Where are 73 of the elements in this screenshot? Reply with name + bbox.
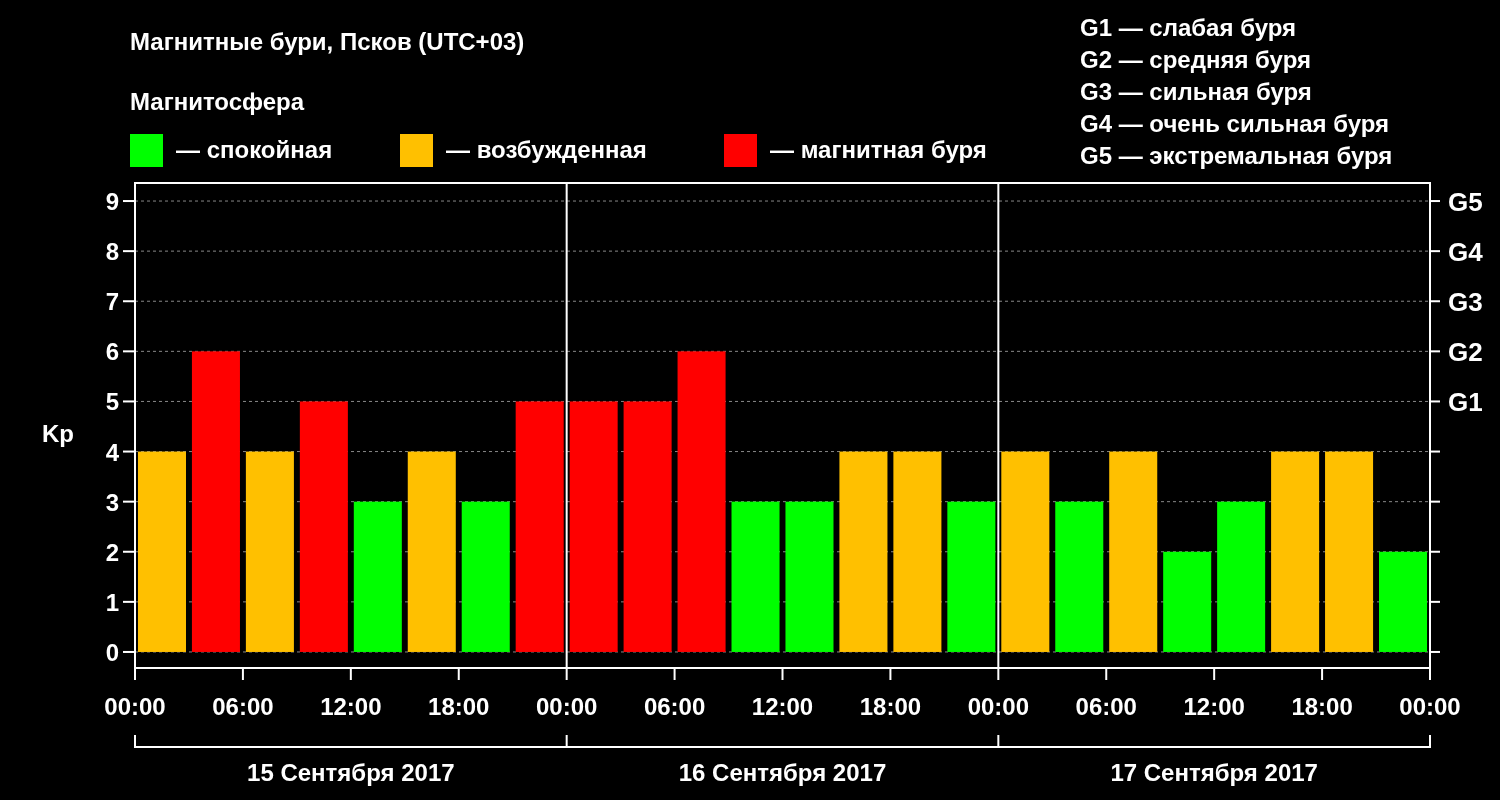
tick-mark (122, 200, 136, 203)
axis-title: Kp (42, 419, 74, 447)
tick-mark (1429, 200, 1441, 203)
legend-label: — магнитная буря (770, 136, 987, 163)
legend-title: Магнитосфера (130, 88, 305, 115)
axis-label: 8 (105, 238, 119, 266)
tick-mark (781, 667, 784, 681)
tick-mark (122, 550, 136, 553)
tick-mark (1429, 600, 1441, 603)
tick-mark (349, 667, 352, 681)
axis-label: 1 (105, 588, 119, 616)
axis-label: 7 (105, 288, 119, 316)
chart-title: Магнитные бури, Псков (UTC+03) (130, 28, 525, 55)
scale-label: G3 — сильная буря (1080, 78, 1312, 105)
tick-mark (122, 400, 136, 403)
axis-label: G3 (1448, 287, 1483, 318)
tick-mark (122, 250, 136, 253)
tick-mark (1429, 667, 1431, 681)
axis-label: 12:00 (751, 693, 814, 720)
axis-label: 06:00 (643, 693, 706, 720)
scale-label: G1 — слабая буря (1080, 14, 1297, 41)
date-label: 15 Сентября 2017 (247, 759, 455, 786)
axis-label: 2 (105, 538, 119, 566)
legend-label: — возбужденная (446, 136, 647, 163)
axis-label: 00:00 (535, 693, 598, 720)
axis-label: 00:00 (1399, 693, 1461, 720)
tick-mark (1429, 450, 1441, 453)
axis-label: G4 (1448, 237, 1483, 268)
tick-mark (1429, 650, 1441, 653)
tick-mark (122, 650, 136, 653)
tick-mark (1105, 667, 1108, 681)
tick-mark (122, 500, 136, 503)
tick-mark (1429, 350, 1441, 353)
axis-label: 18:00 (428, 693, 490, 720)
scale-label: G4 — очень сильная буря (1080, 110, 1390, 137)
scale-label: G2 — средняя буря (1080, 46, 1311, 73)
axis-label: 9 (105, 188, 119, 216)
axis-label: 5 (105, 388, 119, 416)
axis-label: 6 (105, 338, 119, 366)
legend-label: — спокойная (176, 136, 333, 163)
tick-mark (1429, 400, 1441, 403)
tick-mark (122, 450, 136, 453)
axis-label: 18:00 (859, 693, 922, 720)
tick-mark (122, 350, 136, 353)
axis-label: 00:00 (967, 693, 1030, 720)
tick-mark (134, 667, 136, 681)
tick-mark (1321, 667, 1324, 681)
tick-mark (122, 300, 136, 303)
tick-mark (457, 667, 460, 681)
scale-label: G5 — экстремальная буря (1080, 142, 1393, 169)
tick-mark (889, 667, 892, 681)
axis-label: 4 (105, 438, 119, 466)
tick-mark (1429, 250, 1441, 253)
tick-mark (1429, 300, 1441, 303)
axis-label: 18:00 (1291, 693, 1353, 720)
tick-mark (1213, 667, 1216, 681)
tick-mark (241, 667, 244, 681)
axis-label: 0 (105, 638, 119, 666)
axis-label: G2 (1448, 337, 1483, 368)
axis-label: G5 (1448, 187, 1483, 218)
date-label: 17 Сентября 2017 (1110, 759, 1318, 786)
tick-mark (122, 600, 136, 603)
tick-mark (673, 667, 676, 681)
axis-label: 12:00 (320, 693, 382, 720)
tick-mark (1429, 550, 1441, 553)
axis-label: 12:00 (1183, 693, 1245, 720)
axis-label: 00:00 (104, 693, 166, 720)
date-label: 16 Сентября 2017 (678, 759, 887, 786)
axis-label: G1 (1448, 387, 1483, 418)
axis-label: 06:00 (212, 693, 274, 720)
tick-mark (1429, 500, 1441, 503)
axis-label: 06:00 (1075, 693, 1137, 720)
axis-label: 3 (105, 488, 119, 516)
